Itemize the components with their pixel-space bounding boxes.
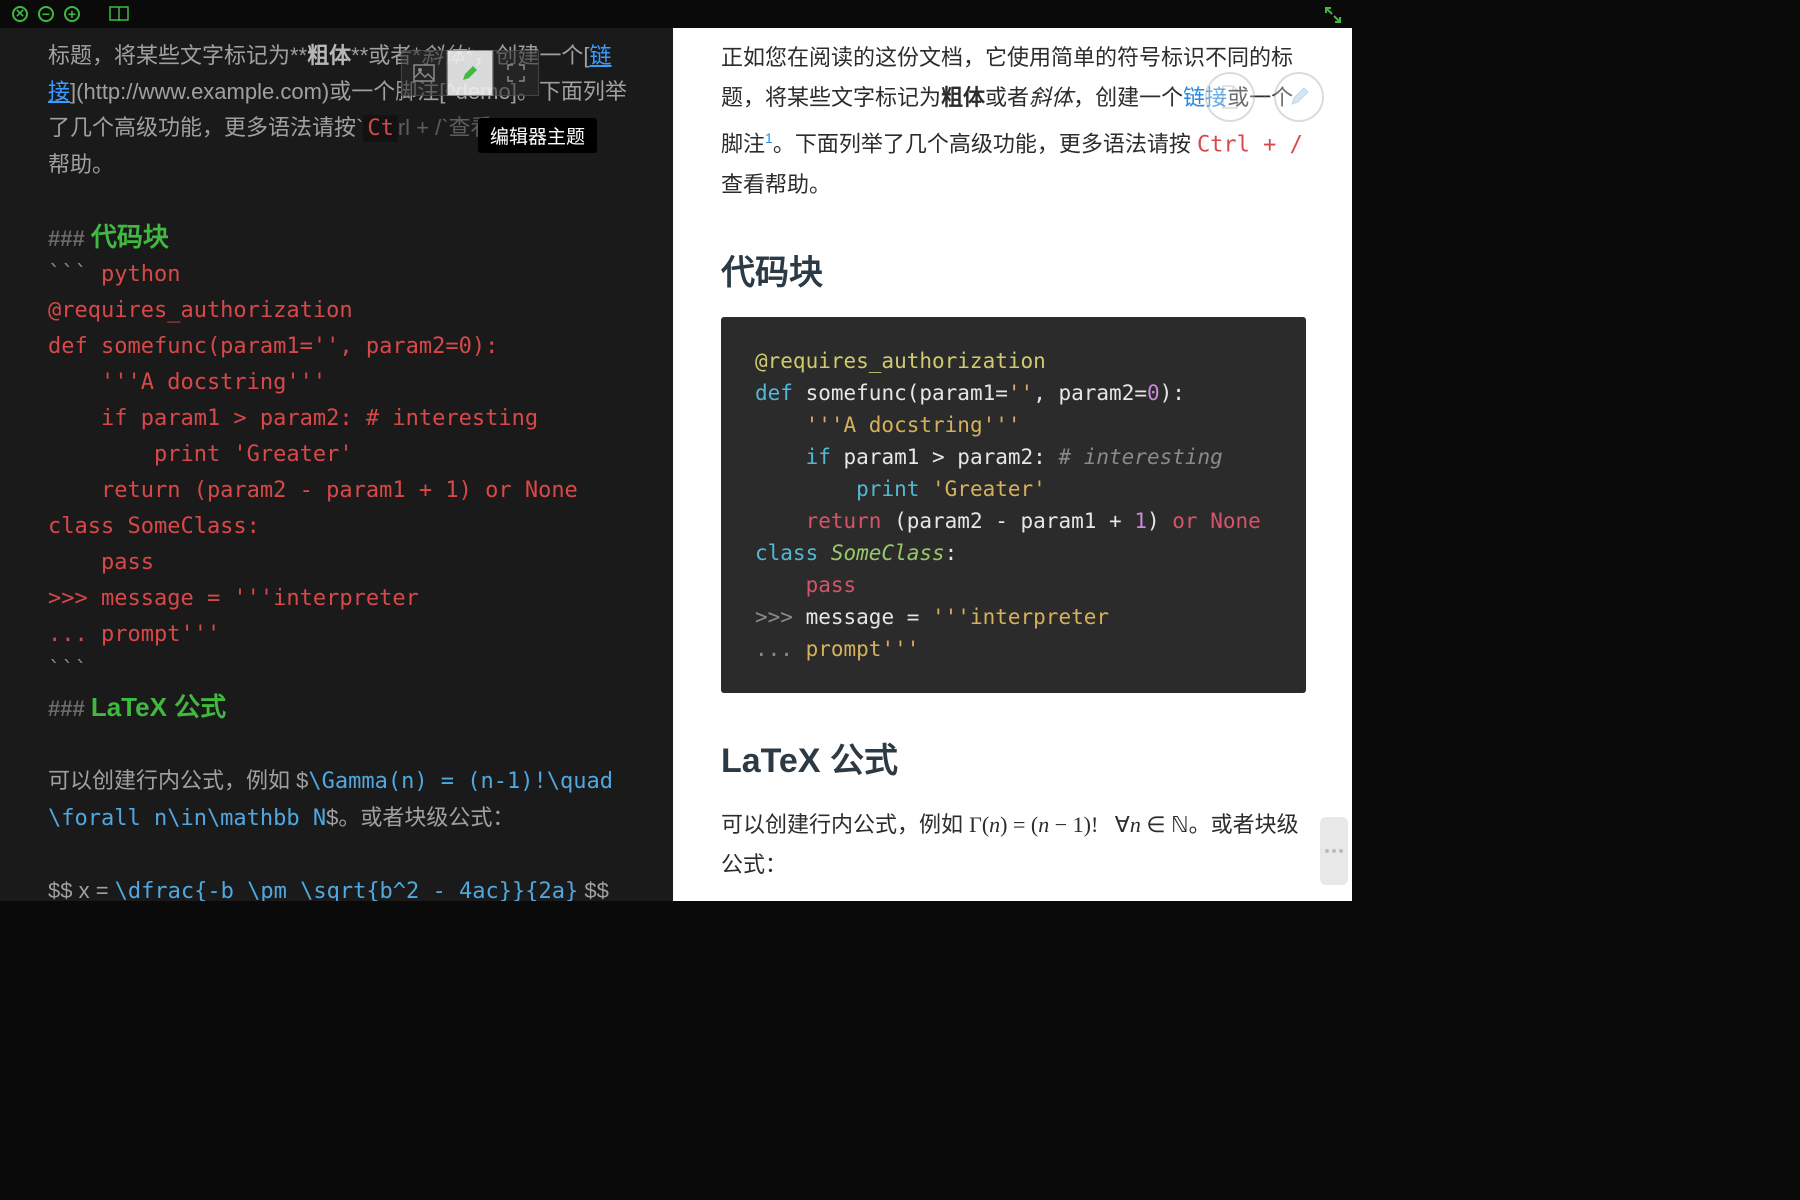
editor-url: http://www.example.com [83,79,321,104]
tok-number: 1 [1134,509,1147,533]
editor-bold: 粗体 [307,43,351,68]
preview-text: 。下面列举了几个高级功能，更多语法请按 [773,131,1197,156]
editor-latex-block: \dfrac{-b \pm \sqrt{b^2 - 4ac}}{2a} [115,879,579,901]
tok-or: or [1172,509,1197,533]
tok-string: '' [1008,381,1033,405]
tok-punc: (param1= [907,381,1008,405]
preview-paragraph: 可以创建行内公式，例如 Γ(n) = (n − 1)! ∀n ∈ ℕ。或者块级公… [721,805,1306,885]
tok-prompt: >>> [755,605,793,629]
code-fence-open: ``` [48,262,88,287]
editor-latex-inline: \Gamma(n) = (n-1)! [308,769,546,794]
code-lang: python [88,262,181,287]
editor-code-line: return (param2 - param1 + 1) or None [48,473,633,509]
tooltip: 编辑器主题 [478,118,597,153]
preview-text: 查看帮助。 [721,172,831,197]
editor-code-line: def somefunc(param1='', param2=0): [48,329,633,365]
editor-pane[interactable]: 标题，将某些文字标记为**粗体**或者*斜体*，创建一个[链接](http://… [0,28,673,901]
editor-code-line: >>> message = '''interpreter [48,581,633,617]
tok-keyword: class [755,541,818,565]
editor-text: $$ x = [48,878,115,901]
tok-string: '''A docstring''' [755,413,1021,437]
preview-h3-code: 代码块 [721,253,1306,293]
preview-text: 或者 [985,85,1029,110]
tok-punc: , param2= [1033,381,1147,405]
editor-h3-code: 代码块 [91,222,169,252]
editor-code-line: '''A docstring''' [48,365,633,401]
tok-expr: param1 > param2: [831,445,1059,469]
preview-codeblock: @requires_authorization def somefunc(par… [721,317,1306,693]
editor-code-line: ... prompt''' [48,617,633,653]
preview-text: ，创建一个 [1073,85,1183,110]
editor-text: ]( [70,79,83,104]
maximize-button[interactable] [64,6,80,22]
edit-button[interactable] [1274,72,1324,122]
tok-string: prompt''' [793,637,919,661]
window-titlebar [0,0,1352,28]
preview-italic: 斜体 [1029,85,1073,110]
h3-marks: ### [48,226,91,251]
tok-punc: ): [1160,381,1185,405]
preview-pane: · 正如您在阅读的这份文档，它使用简单的符号标识不同的标题，将某些文字标记为粗体… [673,28,1352,901]
editor-text: 标题，将某些文字标记为** [48,43,307,68]
expand-button[interactable] [493,50,539,96]
page-link-button[interactable] [1205,72,1255,122]
insert-image-button[interactable] [401,50,447,96]
tok-return: return [755,509,881,533]
editor-code-line: @requires_authorization [48,293,633,329]
tok-classname: SomeClass [818,541,944,565]
preview-text: 可以创建行内公式，例如 [721,812,969,837]
close-button[interactable] [12,6,28,22]
tok-number: 0 [1147,381,1160,405]
tok-space [1198,509,1211,533]
editor-text: 可以创建行内公式，例如 $ [48,768,308,793]
tok-comment: # interesting [1058,445,1222,469]
tok-string: 'Greater' [919,477,1045,501]
preview-bold: 粗体 [941,85,985,110]
editor-theme-button[interactable] [447,50,493,96]
tok-expr: message = [793,605,932,629]
editor-code-line: if param1 > param2: # interesting [48,401,633,437]
preview-float-toolbar: · [1205,72,1324,122]
code-fence-close: ``` [48,658,88,683]
keyboard-shortcut: Ctrl + / [1197,132,1303,157]
tok-keyword: def [755,381,793,405]
minimize-button[interactable] [38,6,54,22]
editor-text: 帮助。 [48,152,114,177]
tok-none: None [1210,509,1261,533]
fullscreen-icon[interactable] [1324,6,1342,24]
tok-pass: pass [806,573,857,597]
tok-expr: ) [1147,509,1172,533]
tok-string: '''interpreter [932,605,1109,629]
tok-expr: (param2 - param1 + [881,509,1134,533]
preview-h3-latex: LaTeX 公式 [721,741,1306,781]
editor-code-line: class SomeClass: [48,509,633,545]
tok-punc: : [945,541,958,565]
footnote-ref[interactable]: 1 [765,130,773,146]
math-inline: Γ(n) = (n − 1)! ∀n ∈ ℕ [969,812,1189,837]
editor-floating-toolbar [401,50,539,96]
editor-content[interactable]: 标题，将某些文字标记为**粗体**或者*斜体*，创建一个[链接](http://… [48,38,633,901]
tok-keyword: print [856,477,919,501]
separator-icon: · [1261,72,1268,122]
tok-indent [755,477,856,501]
editor-code-line: pass [48,545,633,581]
tok-keyword: if [755,445,831,469]
editor-code-line: print 'Greater' [48,437,633,473]
editor-text: $。或者块级公式： [326,805,514,830]
editor-inline-code: Ct [363,115,398,142]
tok-prompt: ... [755,637,793,661]
editor-text: $$ [578,878,609,901]
tok-indent [755,573,806,597]
tok-decorator: @requires_authorization [755,349,1046,373]
h3-marks: ### [48,696,91,721]
editor-h3-latex: LaTeX 公式 [91,692,226,722]
scroll-handle[interactable] [1320,817,1348,885]
notebook-icon[interactable] [108,5,130,23]
tok-funcname: somefunc [793,381,907,405]
